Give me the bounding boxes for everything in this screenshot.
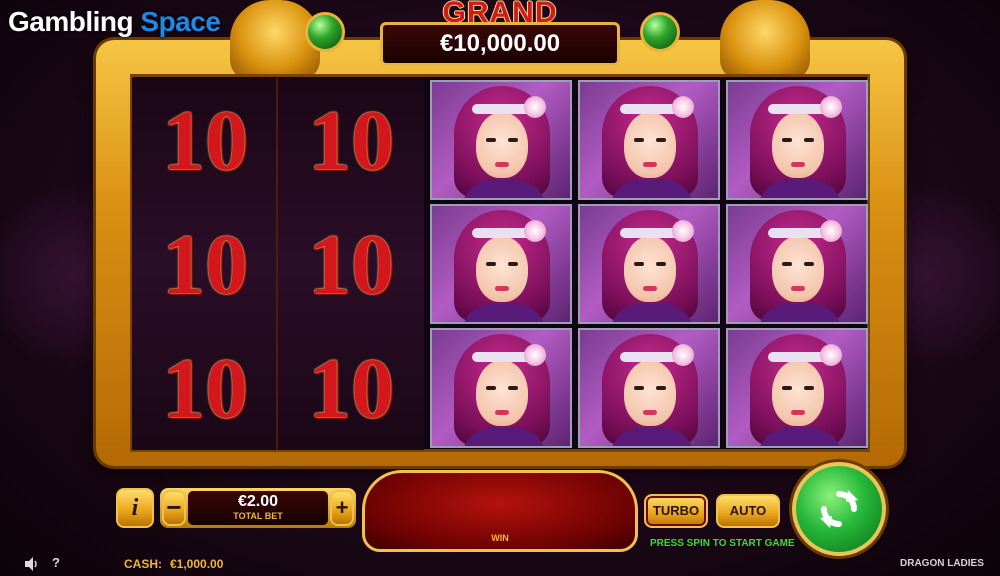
reel-2: 10 10 10: [278, 78, 424, 450]
symbol-dragon-lady: [430, 80, 572, 200]
spin-button[interactable]: [792, 462, 886, 556]
decrease-bet-button[interactable]: −: [162, 490, 186, 526]
autoplay-button[interactable]: AUTO: [716, 494, 780, 528]
symbol-dragon-lady: [578, 328, 720, 448]
win-label: WIN: [491, 533, 509, 543]
speaker-icon[interactable]: [24, 556, 40, 572]
total-bet-label: TOTAL BET: [233, 511, 283, 521]
auto-label: AUTO: [729, 503, 767, 518]
increase-bet-button[interactable]: +: [330, 490, 354, 526]
cash-label: CASH:: [124, 557, 162, 571]
symbol-ten: 10: [162, 92, 248, 188]
status-message: PRESS SPIN TO START GAME: [650, 538, 795, 549]
symbol-ten: 10: [308, 340, 394, 436]
symbol-dragon-lady: [726, 204, 868, 324]
brand-logo: Gambling Space: [8, 6, 221, 38]
symbol-dragon-lady: [430, 204, 572, 324]
symbol-dragon-lady: [578, 80, 720, 200]
symbol-dragon-lady: [726, 80, 868, 200]
green-gem-icon: [305, 12, 345, 52]
turbo-button[interactable]: TURBO: [644, 494, 708, 528]
reel-4: [576, 78, 722, 450]
symbol-ten: 10: [162, 216, 248, 312]
win-panel: WIN: [362, 470, 638, 552]
symbol-dragon-lady: [726, 328, 868, 448]
reel-divider: [276, 78, 278, 450]
cash-value: €1,000.00: [170, 557, 224, 571]
dragon-head-right: [720, 0, 810, 80]
symbol-dragon-lady: [578, 204, 720, 324]
game-title: DRAGON LADIES: [900, 558, 984, 569]
green-gem-icon: [640, 12, 680, 52]
brand-word-2: Space: [140, 6, 221, 37]
refresh-arrows-icon: [820, 490, 858, 528]
total-bet-value: €2.00: [237, 493, 279, 510]
symbol-ten: 10: [308, 216, 394, 312]
reel-1: 10 10 10: [132, 78, 278, 450]
symbol-dragon-lady: [430, 328, 572, 448]
reel-5: [724, 78, 870, 450]
total-bet-display: €2.00 TOTAL BET: [188, 491, 328, 525]
jackpot-amount: €10,000.00: [380, 22, 620, 66]
symbol-ten: 10: [308, 92, 394, 188]
help-button[interactable]: ?: [52, 555, 60, 570]
symbol-ten: 10: [162, 340, 248, 436]
reel-3: [428, 78, 574, 450]
turbo-label: TURBO: [652, 503, 700, 518]
brand-word-1: Gambling: [8, 6, 134, 37]
info-button[interactable]: i: [116, 488, 154, 528]
